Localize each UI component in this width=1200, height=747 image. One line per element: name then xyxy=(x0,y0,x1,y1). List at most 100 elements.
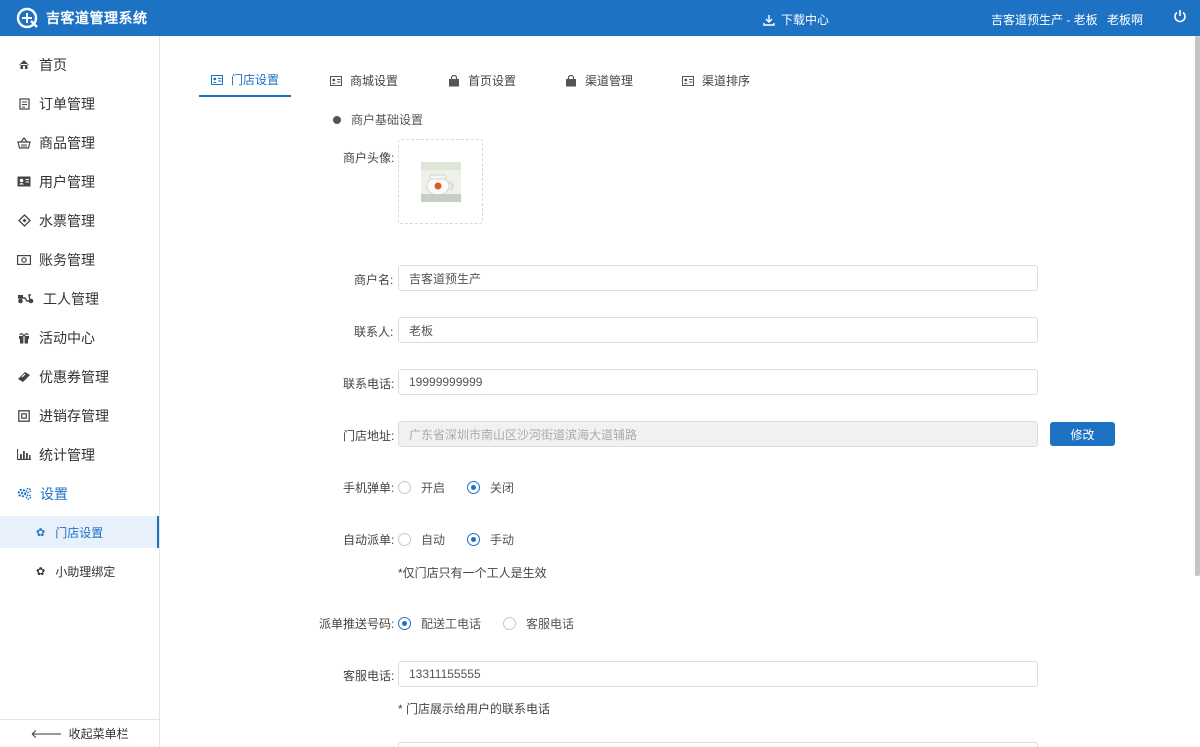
contact-input[interactable]: 老板 xyxy=(398,317,1038,343)
sidebar-subitem-assistant-binding[interactable]: ✿ 小助理绑定 xyxy=(0,555,159,587)
mobile-popup-radio-group: 开启 关闭 xyxy=(398,479,536,496)
top-header: 吉客道管理系统 下载中心 吉客道预生产 - 老板 老板啊 xyxy=(0,0,1200,36)
phone-label: 联系电话: xyxy=(343,377,395,391)
modify-address-button[interactable]: 修改 xyxy=(1050,422,1115,446)
id-card-icon xyxy=(330,75,342,86)
push-number-radio-group: 配送工电话 客服电话 xyxy=(398,615,596,632)
radio-button[interactable] xyxy=(398,481,411,494)
gear-icon: ✿ xyxy=(36,526,46,539)
power-icon xyxy=(1174,10,1186,23)
tab-store-settings[interactable]: 门店设置 xyxy=(199,64,292,97)
avatar-upload[interactable] xyxy=(398,139,483,224)
auto-dispatch-manual-option[interactable]: 手动 xyxy=(467,531,514,548)
auto-dispatch-radio-group: 自动 手动 xyxy=(398,531,536,548)
sidebar-item-products[interactable]: 商品管理 xyxy=(0,123,159,162)
next-input-partial[interactable] xyxy=(398,742,1038,747)
bullet-icon xyxy=(333,115,341,124)
sidebar-item-users[interactable]: 用户管理 xyxy=(0,162,159,201)
chart-icon xyxy=(17,448,31,462)
merchant-name-input[interactable]: 吉客道预生产 xyxy=(398,265,1038,291)
radio-button[interactable] xyxy=(503,617,517,630)
sidebar-item-label: 工人管理 xyxy=(43,290,99,307)
auto-dispatch-auto-option[interactable]: 自动 xyxy=(398,531,445,548)
gear-icon: ✿ xyxy=(36,565,46,578)
page-scrollbar[interactable] xyxy=(1195,36,1200,576)
radio-button-checked[interactable] xyxy=(467,533,481,546)
sidebar-item-coupons[interactable]: 优惠券管理 xyxy=(0,357,159,396)
download-icon xyxy=(763,14,775,26)
arrow-left-icon: 🡐 xyxy=(30,727,63,741)
id-card-icon xyxy=(211,74,223,85)
inventory-icon xyxy=(17,409,31,423)
radio-button-checked[interactable] xyxy=(467,481,481,494)
scooter-icon xyxy=(17,292,35,306)
sidebar-item-activities[interactable]: 活动中心 xyxy=(0,318,159,357)
logout-button[interactable] xyxy=(1173,9,1187,26)
mobile-popup-off-option[interactable]: 关闭 xyxy=(467,479,514,496)
sidebar-item-inventory[interactable]: 进销存管理 xyxy=(0,396,159,435)
coupon-icon xyxy=(17,370,31,384)
money-icon xyxy=(17,253,31,267)
section-title: 商户基础设置 xyxy=(333,111,423,128)
mobile-popup-label: 手机弹单: xyxy=(343,481,395,495)
collapse-label: 收起菜单栏 xyxy=(68,727,129,741)
sidebar-item-label: 用户管理 xyxy=(39,173,95,190)
sidebar-item-label: 统计管理 xyxy=(39,446,95,463)
sidebar-item-label: 设置 xyxy=(40,485,68,502)
sidebar-item-statistics[interactable]: 统计管理 xyxy=(0,435,159,474)
push-number-worker-option[interactable]: 配送工电话 xyxy=(398,615,481,632)
radio-button[interactable] xyxy=(398,533,411,546)
sidebar-subitem-label: 小助理绑定 xyxy=(55,564,116,579)
sidebar-item-finance[interactable]: 账务管理 xyxy=(0,240,159,279)
sidebar-item-label: 账务管理 xyxy=(39,251,95,268)
sidebar: 首页 订单管理 商品管理 用户管理 水票管理 账务管理 工人管理 活动中心 优惠… xyxy=(0,36,160,747)
sidebar-item-label: 首页 xyxy=(39,56,67,73)
download-label: 下载中心 xyxy=(781,13,830,27)
gears-icon xyxy=(17,487,32,501)
sidebar-item-label: 进销存管理 xyxy=(39,407,109,424)
sidebar-subitem-label: 门店设置 xyxy=(55,525,104,540)
sidebar-item-workers[interactable]: 工人管理 xyxy=(0,279,159,318)
avatar-label: 商户头像: xyxy=(343,151,395,165)
contact-label: 联系人: xyxy=(354,325,394,339)
sidebar-item-label: 水票管理 xyxy=(39,212,95,229)
merchant-name: 吉客道预生产 - 老板 xyxy=(991,13,1098,27)
username: 老板啊 xyxy=(1107,13,1144,27)
download-center-link[interactable]: 下载中心 xyxy=(763,11,829,28)
ticket-icon xyxy=(17,214,31,228)
collapse-menu-button[interactable]: 🡐 收起菜单栏 xyxy=(0,719,159,747)
shopping-bag-icon xyxy=(449,74,459,86)
tab-label: 首页设置 xyxy=(468,74,517,88)
sidebar-subitem-store-settings[interactable]: ✿ 门店设置 xyxy=(0,516,159,548)
mobile-popup-on-option[interactable]: 开启 xyxy=(398,479,445,496)
sidebar-item-water-tickets[interactable]: 水票管理 xyxy=(0,201,159,240)
tab-homepage-settings[interactable]: 首页设置 xyxy=(448,64,516,97)
tab-channel-sorting[interactable]: 渠道排序 xyxy=(682,64,750,97)
tab-mall-settings[interactable]: 商城设置 xyxy=(330,64,398,97)
push-number-service-option[interactable]: 客服电话 xyxy=(503,615,574,632)
address-input: 广东省深圳市南山区沙河街道滨海大道辅路 xyxy=(398,421,1038,447)
auto-dispatch-label: 自动派单: xyxy=(343,533,395,547)
radio-button-checked[interactable] xyxy=(398,617,411,630)
user-info[interactable]: 吉客道预生产 - 老板 老板啊 xyxy=(991,11,1143,28)
merchant-name-label: 商户名: xyxy=(354,273,394,287)
sidebar-item-home[interactable]: 首页 xyxy=(0,45,159,84)
sidebar-item-settings[interactable]: 设置 xyxy=(0,474,159,513)
sidebar-item-label: 订单管理 xyxy=(39,95,95,112)
service-phone-input[interactable]: 13311155555 xyxy=(398,661,1038,687)
app-logo[interactable]: 吉客道管理系统 xyxy=(16,7,148,29)
avatar-image xyxy=(421,162,461,202)
tab-label: 门店设置 xyxy=(231,73,280,87)
user-card-icon xyxy=(17,175,31,189)
sidebar-item-label: 优惠券管理 xyxy=(39,368,109,385)
service-phone-label: 客服电话: xyxy=(343,669,395,683)
gift-icon xyxy=(17,331,31,345)
address-label: 门店地址: xyxy=(343,429,395,443)
order-icon xyxy=(17,97,31,111)
push-number-label: 派单推送号码: xyxy=(319,617,395,631)
sidebar-item-orders[interactable]: 订单管理 xyxy=(0,84,159,123)
tab-channel-management[interactable]: 渠道管理 xyxy=(565,64,633,97)
shopping-bag-icon xyxy=(566,74,576,86)
app-title: 吉客道管理系统 xyxy=(46,10,148,26)
phone-input[interactable]: 19999999999 xyxy=(398,369,1038,395)
